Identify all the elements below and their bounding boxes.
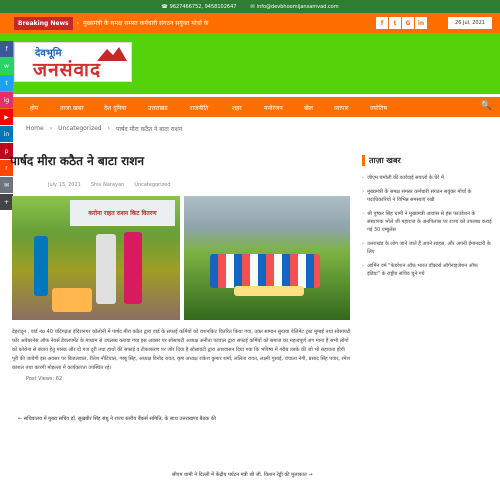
facebook-icon[interactable]: f bbox=[0, 41, 13, 57]
floating-share-bar: f w t ig ▶ in p r ✉ + bbox=[0, 41, 13, 211]
breaking-news-ticker[interactable]: मुख्यमंत्री के समक्ष समस्त कर्मचारी संगठ… bbox=[83, 19, 208, 27]
nav-latest[interactable]: ताजा खबर bbox=[60, 104, 84, 112]
nav-city[interactable]: शहर bbox=[232, 104, 242, 112]
twitter-icon[interactable]: t bbox=[0, 75, 13, 91]
post-category[interactable]: Uncategorized bbox=[134, 182, 170, 188]
linkedin-icon[interactable]: in bbox=[415, 17, 427, 29]
phone-icon: ☎ bbox=[161, 3, 168, 10]
chevron-right-icon: › bbox=[49, 125, 53, 132]
nav-entertainment[interactable]: मनोरंजन bbox=[264, 104, 283, 112]
chevron-right-icon: › bbox=[362, 263, 365, 269]
ration-bags bbox=[234, 286, 304, 296]
twitter-icon[interactable]: t bbox=[389, 17, 401, 29]
person-figure bbox=[34, 236, 48, 296]
nav-sports[interactable]: खेल bbox=[304, 104, 313, 112]
post-body: देहरादून , वार्ड नंo 40 चंदिगढ़ता इंदिरा… bbox=[12, 329, 351, 371]
instagram-icon[interactable]: ig bbox=[0, 92, 13, 108]
relief-banner: करोना राहत राशन किट वितरण bbox=[70, 200, 175, 226]
current-date: 26 Jul, 2021 bbox=[448, 17, 492, 29]
post-author[interactable]: Shiv Narayan bbox=[91, 182, 124, 188]
arrow-icon: › bbox=[76, 19, 79, 27]
breaking-news-badge: Breaking News bbox=[14, 16, 73, 30]
post-image-2 bbox=[184, 196, 350, 320]
linkedin-icon[interactable]: in bbox=[0, 126, 13, 142]
email-info[interactable]: ✉ info@devbhoomijansamvad.com bbox=[250, 4, 338, 10]
site-logo[interactable]: देवभूमि जनसंवाद bbox=[14, 42, 132, 82]
youtube-icon[interactable]: ▶ bbox=[0, 109, 13, 125]
facebook-icon[interactable]: f bbox=[376, 17, 388, 29]
nav-world[interactable]: देश दुनिया bbox=[104, 104, 126, 112]
nav-home[interactable]: होम bbox=[30, 104, 38, 112]
main-nav: होम ताजा खबर देश दुनिया उत्तराखंड राजनीत… bbox=[0, 97, 500, 117]
chevron-right-icon: › bbox=[362, 241, 365, 247]
mountain-icon bbox=[97, 47, 127, 61]
header-social-links: f t G in bbox=[376, 17, 427, 29]
breaking-news-bar: Breaking News › मुख्यमंत्री के समक्ष समस… bbox=[0, 13, 500, 33]
breadcrumb-category[interactable]: Uncategorized bbox=[58, 125, 101, 133]
mail-icon[interactable]: ✉ bbox=[0, 177, 13, 193]
nav-uttarakhand[interactable]: उत्तराखंड bbox=[148, 104, 168, 112]
ration-bags bbox=[52, 288, 92, 312]
breadcrumb: Home › Uncategorized › पार्षद मीरा कठैत … bbox=[26, 125, 182, 133]
chevron-right-icon: › bbox=[362, 175, 365, 181]
chevron-right-icon: › bbox=[362, 211, 365, 217]
nav-politics[interactable]: राजनीति bbox=[190, 104, 208, 112]
mail-icon: ✉ bbox=[250, 3, 255, 10]
top-contact-bar: ☎ 9627466752, 9458102647 ✉ info@devbhoomij… bbox=[0, 0, 500, 13]
breadcrumb-current: पार्षद मीरा कठैत ने बाटा राशन bbox=[116, 126, 183, 133]
person-figure bbox=[96, 234, 116, 304]
sidebar-item[interactable]: › श्री पुष्कर सिंह धामी ने मुख्यमंत्री आव… bbox=[362, 210, 492, 234]
nav-business[interactable]: व्यापार bbox=[334, 104, 349, 112]
sidebar-item[interactable]: › मुख्यमंत्री के समक्ष समस्त कर्मचारी संग… bbox=[362, 188, 492, 204]
nav-astrology[interactable]: ज्योतिष bbox=[370, 104, 387, 112]
google-icon[interactable]: G bbox=[402, 17, 414, 29]
whatsapp-icon[interactable]: w bbox=[0, 58, 13, 74]
search-icon[interactable]: 🔍 bbox=[481, 101, 492, 111]
phone-info: ☎ 9627466752, 9458102647 bbox=[161, 3, 237, 10]
sidebar-item[interactable]: › उत्तराखंड के लोग जाने जाते हैं अपने साह… bbox=[362, 240, 492, 256]
next-post-link[interactable]: सीएम धामी ने दिल्ली में केंद्रीय पर्यटन … bbox=[172, 472, 313, 478]
sidebar-heading: ताज़ा खबर bbox=[362, 155, 492, 166]
sidebar-latest: ताज़ा खबर › जीएम चमोली की कार्रवाई सवालों… bbox=[362, 155, 492, 284]
group-of-people bbox=[210, 254, 320, 288]
prev-post-link[interactable]: ← सचिवालय में मुख्य सचिव डॉ. सुखबीर सिंह… bbox=[18, 416, 216, 422]
sidebar-item[interactable]: › आर्मिन वर्म "फेडरेशन ऑफ भारत डॉक्टर्स ऑ… bbox=[362, 262, 492, 278]
post-title: पार्षद मीरा कठैत ने बाटा राशन bbox=[10, 154, 145, 168]
chevron-right-icon: › bbox=[362, 189, 365, 195]
chevron-right-icon: › bbox=[107, 125, 111, 132]
sidebar-item[interactable]: › जीएम चमोली की कार्रवाई सवालों के घेरे म… bbox=[362, 174, 492, 182]
person-figure bbox=[124, 232, 142, 304]
logo-line2: जनसंवाद bbox=[33, 59, 102, 81]
breadcrumb-home[interactable]: Home bbox=[26, 125, 44, 133]
post-date[interactable]: July 13, 2021 bbox=[48, 182, 81, 188]
post-views: Post Views: 62 bbox=[26, 376, 63, 382]
post-meta: July 13, 2021 Shiv Narayan Uncategorized bbox=[48, 182, 171, 188]
